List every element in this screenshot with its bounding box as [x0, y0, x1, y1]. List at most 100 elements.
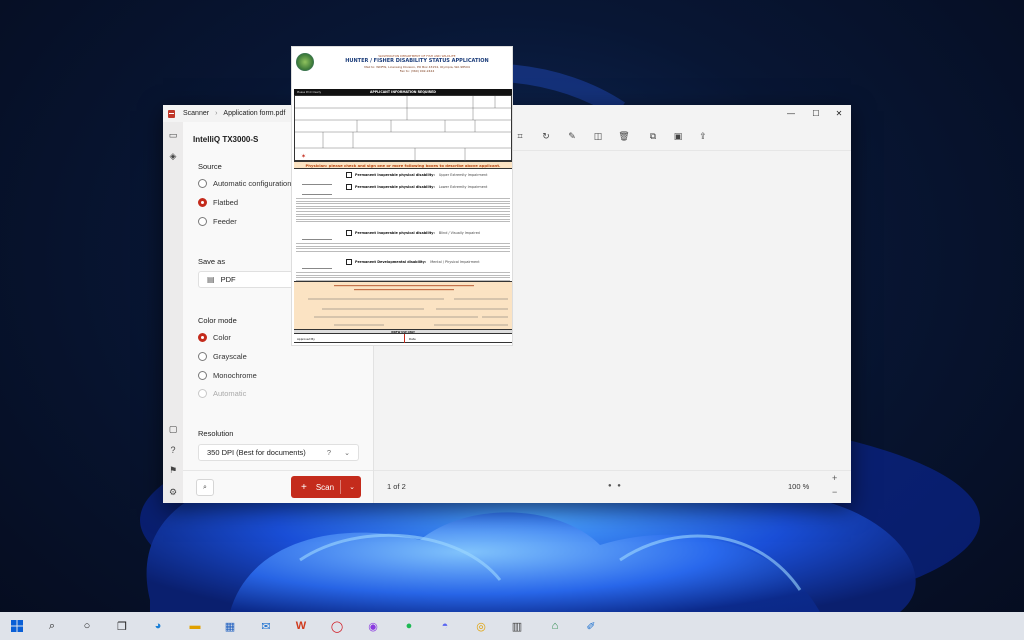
scanner-taskbar-icon[interactable]: ⌂ [546, 617, 564, 635]
viewer-footer: 1 of 2 ● ● 100 % + − [374, 470, 851, 503]
checkbox-icon [346, 259, 352, 265]
edge-icon[interactable]: ◕ [149, 617, 167, 635]
print-clearly-note: Please Print Clearly [297, 90, 322, 94]
option-label: Automatic configuration [213, 179, 292, 188]
date-label: Date [409, 337, 416, 341]
save-as-heading: Save as [198, 257, 226, 266]
option-lower-extremity: Permanent Inoperable physical disability… [346, 184, 487, 190]
radio-icon[interactable] [198, 217, 207, 226]
signature-line [302, 268, 332, 269]
wps-office-icon[interactable]: W [292, 617, 310, 635]
feedback-icon[interactable]: ⚑ [167, 464, 179, 476]
discord-icon[interactable]: ◓ [436, 617, 454, 635]
file-name: Application form.pdf [223, 110, 286, 117]
zoom-in-button[interactable]: + [832, 473, 837, 483]
option-label: Grayscale [213, 352, 247, 361]
chevron-down-icon: ⌄ [344, 449, 350, 457]
zoom-level: 100 % [788, 482, 810, 491]
radio-icon[interactable] [198, 179, 207, 188]
radio-selected-icon[interactable] [198, 198, 207, 207]
flip-icon[interactable]: ◫ [591, 129, 605, 143]
layers-icon[interactable]: ◈ [167, 150, 179, 162]
paint-icon[interactable]: ✐ [582, 617, 600, 635]
source-option-automatic[interactable]: Automatic configuration [198, 179, 291, 188]
maximize-button[interactable]: ☐ [804, 105, 828, 122]
color-option-monochrome[interactable]: Monochrome [198, 371, 257, 380]
share-icon[interactable]: ⇪ [696, 129, 710, 143]
scan-options-chevron-icon[interactable]: ⌄ [349, 483, 355, 491]
source-option-feeder[interactable]: Feeder [198, 217, 237, 226]
svg-text:✶: ✶ [301, 153, 306, 160]
start-button[interactable] [8, 617, 26, 635]
file-explorer-icon[interactable]: ▬ [186, 617, 204, 635]
resolution-help-icon[interactable]: ? [327, 448, 331, 457]
folder-icon[interactable]: ▢ [167, 423, 179, 435]
approved-by-label: Approved By [297, 337, 315, 341]
paragraph-block [296, 243, 510, 253]
scanner-icon[interactable]: ▭ [167, 129, 179, 141]
grid-lines: ✶ [295, 96, 512, 162]
calculator-icon[interactable]: ▥ [508, 617, 526, 635]
taskbar: ⌕ ○ ❐ ◕ ▬ ▦ ✉ W ◯ ◉ ● ◓ ◎ ▥ ⌂ ✐ [0, 612, 1024, 640]
copy-icon[interactable]: ⧉ [646, 129, 660, 143]
chrome-icon[interactable]: ◎ [472, 617, 490, 635]
resolution-value: 350 DPI (Best for documents) [207, 448, 306, 457]
scan-label: Scan [315, 482, 335, 492]
option-title: Permanent Developmental disability: [355, 260, 427, 264]
source-option-flatbed[interactable]: Flatbed [198, 198, 238, 207]
cortana-icon[interactable]: ○ [78, 617, 96, 635]
markup-icon[interactable]: ✎ [565, 129, 579, 143]
wdfw-logo [296, 53, 314, 71]
app-name: Scanner [183, 110, 210, 117]
navigation-rail: ▭ ◈ ▢ ? ⚑ ⚙ [163, 122, 183, 503]
option-detail: Mental / Physical Impairment [430, 260, 480, 264]
minimize-button[interactable]: — [779, 105, 803, 122]
scan-button[interactable]: + Scan ⌄ [291, 476, 361, 498]
signature-line [302, 184, 332, 185]
mail-icon[interactable]: ✉ [257, 617, 275, 635]
messenger-icon[interactable]: ◉ [364, 617, 382, 635]
scanner-app-icon [168, 109, 175, 118]
signature-line [302, 194, 332, 195]
spotify-icon[interactable]: ● [400, 617, 418, 635]
office-use-row: Approved By Date [294, 333, 512, 343]
radio-selected-icon[interactable] [198, 333, 207, 342]
breadcrumb-separator: › [215, 110, 218, 117]
applicant-fields-grid: ✶ [294, 95, 512, 162]
opera-icon[interactable]: ◯ [328, 617, 346, 635]
color-option-color[interactable]: Color [198, 333, 231, 342]
delete-icon[interactable]: 🗑 [617, 129, 631, 143]
windows-logo-icon [11, 620, 23, 632]
resolution-heading: Resolution [198, 429, 234, 438]
office-divider [404, 334, 405, 343]
settings-icon[interactable]: ⚙ [167, 486, 179, 498]
option-label: Color [213, 333, 231, 342]
store-icon[interactable]: ▦ [221, 617, 239, 635]
scanned-page: WASHINGTON DEPARTMENT OF FISH AND WILDLI… [291, 46, 513, 346]
file-icon: ▤ [207, 275, 215, 284]
search-icon[interactable]: ⌕ [43, 617, 61, 635]
option-blind: Permanent Inoperable physical disability… [346, 230, 480, 236]
panel-action-bar: ⌕ + Scan ⌄ [183, 470, 373, 503]
signature-line [302, 239, 332, 240]
paragraph-block [296, 198, 510, 224]
radio-icon[interactable] [198, 352, 207, 361]
option-label: Automatic [213, 389, 247, 398]
color-option-automatic: Automatic [198, 389, 246, 398]
resolution-dropdown[interactable]: 350 DPI (Best for documents) ? ⌄ [198, 444, 359, 461]
checkbox-icon [346, 172, 352, 178]
task-view-icon[interactable]: ❐ [113, 617, 131, 635]
crop-icon[interactable]: ⌗ [513, 129, 527, 143]
save-icon[interactable]: ▣ [671, 129, 685, 143]
radio-icon[interactable] [198, 371, 207, 380]
color-option-grayscale[interactable]: Grayscale [198, 352, 247, 361]
preview-button[interactable]: ⌕ [196, 479, 214, 496]
option-label: Flatbed [213, 198, 239, 207]
option-label: Monochrome [213, 371, 257, 380]
zoom-out-button[interactable]: − [832, 487, 837, 497]
page-dots[interactable]: ● ● [608, 483, 623, 489]
close-button[interactable]: ✕ [827, 105, 851, 122]
rotate-icon[interactable]: ↻ [539, 129, 553, 143]
option-developmental: Permanent Developmental disability: Ment… [346, 259, 480, 265]
help-icon[interactable]: ? [167, 444, 179, 456]
